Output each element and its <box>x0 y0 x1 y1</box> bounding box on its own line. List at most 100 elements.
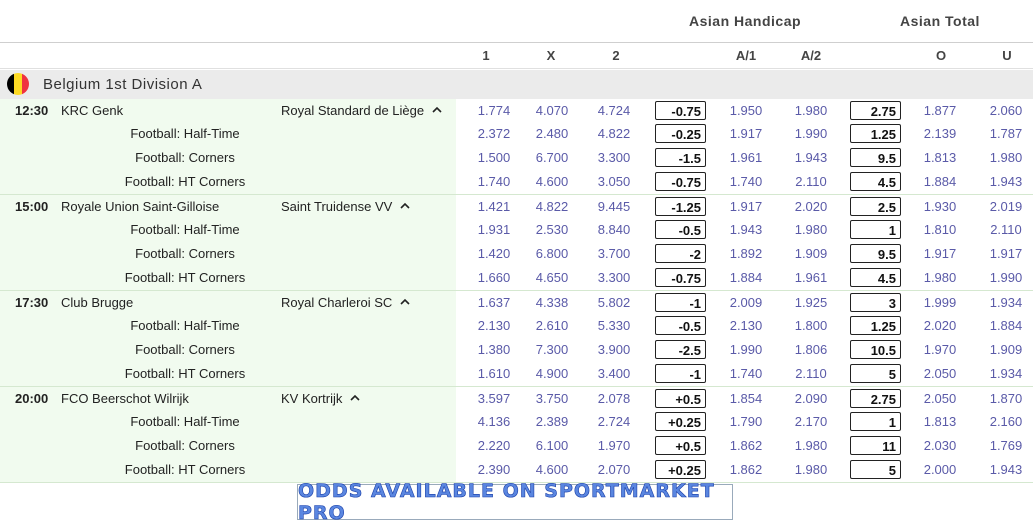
home-team[interactable]: FCO Beerschot Wilrijk <box>61 391 189 406</box>
odds-over[interactable]: 2.050 <box>909 387 971 411</box>
odds-1[interactable]: 4.136 <box>463 410 525 434</box>
away-team[interactable]: Saint Truidense VV <box>281 199 392 214</box>
chevron-up-icon[interactable] <box>430 103 444 117</box>
odds-over[interactable]: 1.980 <box>909 266 971 290</box>
handicap-line[interactable]: -0.75 <box>655 172 706 191</box>
odds-1[interactable]: 1.660 <box>463 266 525 290</box>
odds-a2[interactable]: 2.110 <box>780 170 842 194</box>
odds-over[interactable]: 2.020 <box>909 314 971 338</box>
market-row[interactable]: Football: Corners 2.220 6.100 1.970 +0.5 1.86… <box>0 434 1033 458</box>
match-main-row[interactable]: 12:30 KRC Genk Royal Standard de Liège 1.77… <box>0 99 1033 123</box>
odds-over[interactable]: 2.030 <box>909 434 971 458</box>
odds-x[interactable]: 4.070 <box>521 99 583 123</box>
odds-a2[interactable]: 1.961 <box>780 266 842 290</box>
away-team[interactable]: Royal Standard de Liège <box>281 103 424 118</box>
odds-x[interactable]: 4.822 <box>521 195 583 219</box>
odds-over[interactable]: 1.930 <box>909 195 971 219</box>
odds-1[interactable]: 2.130 <box>463 314 525 338</box>
market-row[interactable]: Football: HT Corners 1.610 4.900 3.400 -1 1.7… <box>0 362 1033 386</box>
chevron-up-icon[interactable] <box>348 391 362 405</box>
odds-a1[interactable]: 2.130 <box>715 314 777 338</box>
handicap-line[interactable]: +0.25 <box>655 412 706 431</box>
odds-x[interactable]: 2.480 <box>521 122 583 146</box>
total-line[interactable]: 4.5 <box>850 268 901 287</box>
odds-under[interactable]: 2.019 <box>975 195 1033 219</box>
odds-2[interactable]: 5.802 <box>583 291 645 315</box>
total-line[interactable]: 1 <box>850 220 901 239</box>
odds-x[interactable]: 2.530 <box>521 218 583 242</box>
odds-a1[interactable]: 1.990 <box>715 338 777 362</box>
odds-2[interactable]: 3.300 <box>583 146 645 170</box>
odds-1[interactable]: 3.597 <box>463 387 525 411</box>
odds-2[interactable]: 5.330 <box>583 314 645 338</box>
odds-1[interactable]: 1.931 <box>463 218 525 242</box>
odds-a1[interactable]: 1.884 <box>715 266 777 290</box>
odds-x[interactable]: 2.389 <box>521 410 583 434</box>
odds-a1[interactable]: 1.917 <box>715 195 777 219</box>
odds-a1[interactable]: 1.790 <box>715 410 777 434</box>
handicap-line[interactable]: +0.5 <box>655 436 706 455</box>
odds-2[interactable]: 4.822 <box>583 122 645 146</box>
odds-over[interactable]: 1.884 <box>909 170 971 194</box>
odds-over[interactable]: 1.917 <box>909 242 971 266</box>
handicap-line[interactable]: -1.5 <box>655 148 706 167</box>
match-main-row[interactable]: 15:00 Royale Union Saint-Gilloise Saint Tr… <box>0 195 1033 219</box>
odds-2[interactable]: 2.078 <box>583 387 645 411</box>
total-line[interactable]: 10.5 <box>850 340 901 359</box>
odds-1[interactable]: 1.610 <box>463 362 525 386</box>
odds-x[interactable]: 7.300 <box>521 338 583 362</box>
total-line[interactable]: 1.25 <box>850 316 901 335</box>
odds-over[interactable]: 2.050 <box>909 362 971 386</box>
handicap-line[interactable]: +0.25 <box>655 460 706 479</box>
handicap-line[interactable]: -1 <box>655 293 706 312</box>
odds-a1[interactable]: 1.740 <box>715 170 777 194</box>
home-team[interactable]: Club Brugge <box>61 295 133 310</box>
market-row[interactable]: Football: Corners 1.420 6.800 3.700 -2 1.892 1… <box>0 242 1033 266</box>
odds-under[interactable]: 1.917 <box>975 242 1033 266</box>
odds-a2[interactable]: 1.980 <box>780 458 842 482</box>
handicap-line[interactable]: -0.25 <box>655 124 706 143</box>
handicap-line[interactable]: -0.75 <box>655 101 706 120</box>
market-row[interactable]: Football: HT Corners 2.390 4.600 2.070 +0.25… <box>0 458 1033 482</box>
away-team[interactable]: KV Kortrijk <box>281 391 342 406</box>
odds-1[interactable]: 1.637 <box>463 291 525 315</box>
odds-under[interactable]: 1.990 <box>975 266 1033 290</box>
odds-1[interactable]: 1.380 <box>463 338 525 362</box>
odds-a2[interactable]: 1.806 <box>780 338 842 362</box>
odds-under[interactable]: 2.060 <box>975 99 1033 123</box>
chevron-up-icon[interactable] <box>398 295 412 309</box>
league-header[interactable]: Belgium 1st Division A <box>0 70 1033 99</box>
handicap-line[interactable]: -0.5 <box>655 316 706 335</box>
odds-2[interactable]: 3.700 <box>583 242 645 266</box>
odds-1[interactable]: 2.390 <box>463 458 525 482</box>
odds-a2[interactable]: 2.020 <box>780 195 842 219</box>
odds-under[interactable]: 2.110 <box>975 218 1033 242</box>
handicap-line[interactable]: -0.5 <box>655 220 706 239</box>
odds-2[interactable]: 3.400 <box>583 362 645 386</box>
odds-a2[interactable]: 2.090 <box>780 387 842 411</box>
odds-x[interactable]: 4.600 <box>521 170 583 194</box>
odds-x[interactable]: 6.700 <box>521 146 583 170</box>
odds-over[interactable]: 1.813 <box>909 410 971 434</box>
chevron-up-icon[interactable] <box>398 199 412 213</box>
total-line[interactable]: 2.75 <box>850 389 901 408</box>
odds-a2[interactable]: 1.980 <box>780 218 842 242</box>
handicap-line[interactable]: +0.5 <box>655 389 706 408</box>
odds-a2[interactable]: 1.943 <box>780 146 842 170</box>
match-main-row[interactable]: 20:00 FCO Beerschot Wilrijk KV Kortrijk 3.5… <box>0 387 1033 411</box>
odds-2[interactable]: 9.445 <box>583 195 645 219</box>
market-row[interactable]: Football: Half-Time 4.136 2.389 2.724 +0.25 1… <box>0 410 1033 434</box>
odds-x[interactable]: 6.100 <box>521 434 583 458</box>
odds-2[interactable]: 4.724 <box>583 99 645 123</box>
odds-over[interactable]: 1.970 <box>909 338 971 362</box>
odds-2[interactable]: 2.724 <box>583 410 645 434</box>
odds-a2[interactable]: 1.990 <box>780 122 842 146</box>
odds-under[interactable]: 1.769 <box>975 434 1033 458</box>
market-row[interactable]: Football: Half-Time 2.130 2.610 5.330 -0.5 2.… <box>0 314 1033 338</box>
odds-1[interactable]: 1.740 <box>463 170 525 194</box>
odds-over[interactable]: 2.139 <box>909 122 971 146</box>
odds-1[interactable]: 2.372 <box>463 122 525 146</box>
odds-over[interactable]: 1.877 <box>909 99 971 123</box>
odds-1[interactable]: 1.774 <box>463 99 525 123</box>
odds-a1[interactable]: 1.943 <box>715 218 777 242</box>
